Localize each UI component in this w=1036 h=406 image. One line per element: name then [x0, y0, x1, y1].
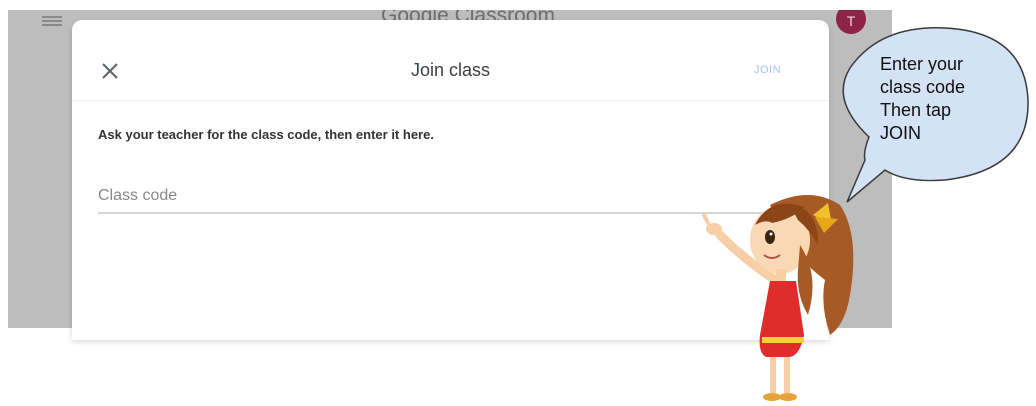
instruction-text: Ask your teacher for the class code, the…: [98, 127, 434, 142]
class-code-input[interactable]: [98, 180, 788, 214]
hamburger-menu-icon[interactable]: [42, 16, 62, 26]
dialog-header: Join class JOIN: [72, 20, 829, 101]
girl-illustration: [702, 195, 854, 401]
speech-bubble-text: Enter your class code Then tap JOIN: [880, 54, 966, 143]
dialog-title: Join class: [410, 60, 491, 80]
join-button[interactable]: JOIN: [754, 64, 781, 76]
